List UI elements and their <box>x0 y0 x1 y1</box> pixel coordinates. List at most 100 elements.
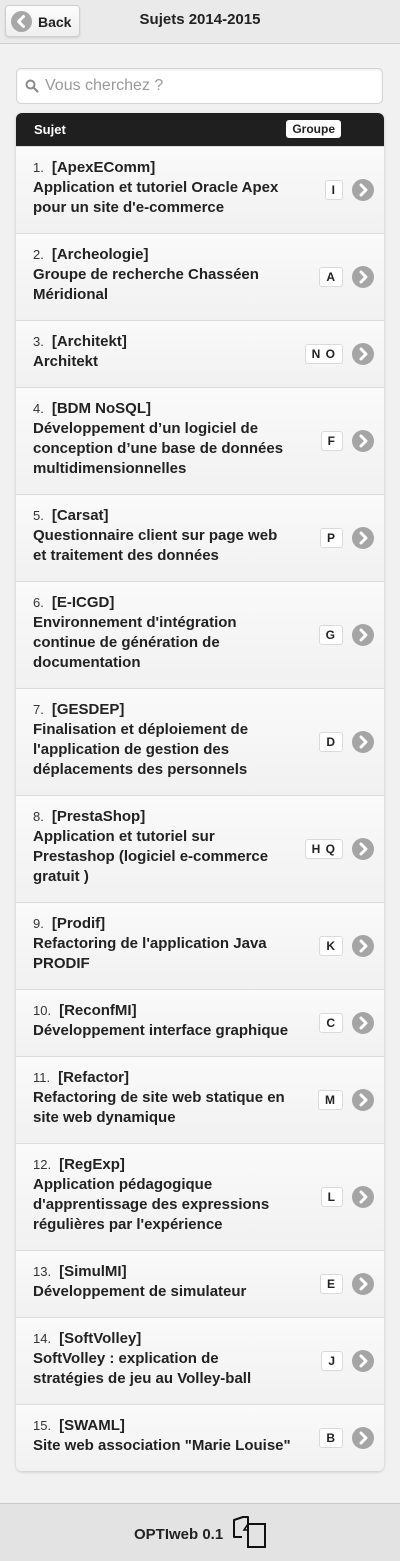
subject-code: [Architekt] <box>51 333 127 350</box>
group-badge: A <box>319 267 343 287</box>
subject-text: 14. [SoftVolley] SoftVolley : explication … <box>33 1329 309 1389</box>
subject-description-line: documentation <box>33 654 141 671</box>
chevron-right-icon[interactable] <box>352 343 374 365</box>
subject-title: 14. [SoftVolley] <box>33 1329 309 1349</box>
subject-text: 1. [ApexEComm] Application et tutoriel Ora… <box>33 158 309 218</box>
subject-description-line: Architekt <box>33 353 99 370</box>
list-item[interactable]: 6. [E-ICGD] Environnement d'intégration con… <box>16 581 384 688</box>
subject-text: 8. [PrestaShop] Application et tutoriel su… <box>33 807 309 887</box>
subject-title: 4. [BDM NoSQL] <box>33 399 309 419</box>
subject-description-line: Finalisation et déploiement de <box>33 721 249 738</box>
subject-code: [Carsat] <box>51 507 109 524</box>
column-header-group[interactable]: Groupe <box>286 120 341 138</box>
list-item[interactable]: 8. [PrestaShop] Application et tutoriel su… <box>16 795 384 902</box>
subject-description-line: site web dynamique <box>33 1109 176 1126</box>
subject-title: 8. [PrestaShop] <box>33 807 309 827</box>
subject-text: 7. [GESDEP] Finalisation et déploiement de… <box>33 700 309 780</box>
subject-description-line: Application pédagogique <box>33 1176 213 1193</box>
subject-description-line: continue de génération de <box>33 634 220 651</box>
list-item[interactable]: 5. [Carsat] Questionnaire client sur page … <box>16 494 384 581</box>
subject-number: 8. <box>33 809 44 824</box>
subject-description-line: Refactoring de site web statique en <box>33 1089 285 1106</box>
subject-text: 6. [E-ICGD] Environnement d'intégration con… <box>33 593 309 673</box>
subject-text: 9. [Prodif] Refactoring de l'application J… <box>33 914 309 974</box>
chevron-right-icon[interactable] <box>352 1427 374 1449</box>
subject-code: [SoftVolley] <box>59 1330 142 1347</box>
footer: OPTIweb 0.1 <box>0 1503 400 1561</box>
group-badge: I <box>324 180 343 200</box>
list-item[interactable]: 14. [SoftVolley] SoftVolley : explication … <box>16 1317 384 1404</box>
subject-text: 11. [Refactor] Refactoring de site web sta… <box>33 1068 309 1128</box>
subject-text: 3. [Architekt] Architekt <box>33 332 309 372</box>
group-badge: K <box>319 936 343 956</box>
chevron-right-icon[interactable] <box>352 1089 374 1111</box>
chevron-right-icon[interactable] <box>352 527 374 549</box>
subject-description-line: l'application de gestion des <box>33 741 230 758</box>
subject-code: [Archeologie] <box>51 246 149 263</box>
subject-description-line: d'apprentissage des expressions <box>33 1196 270 1213</box>
subject-number: 6. <box>33 595 44 610</box>
list-item[interactable]: 15. [SWAML] Site web association "Marie Lo… <box>16 1404 384 1471</box>
subject-number: 2. <box>33 247 44 262</box>
subject-number: 12. <box>33 1157 52 1172</box>
subject-text: 15. [SWAML] Site web association "Marie Lo… <box>33 1416 309 1456</box>
chevron-right-icon[interactable] <box>352 430 374 452</box>
subject-description-line: et traitement des données <box>33 547 219 564</box>
chevron-right-icon[interactable] <box>352 1273 374 1295</box>
list-item[interactable]: 12. [RegExp] Application pédagogique d'appr… <box>16 1143 384 1250</box>
subject-code: [ReconfMI] <box>59 1002 137 1019</box>
subject-number: 3. <box>33 334 44 349</box>
subject-description-line: Site web association "Marie Louise" <box>33 1437 291 1454</box>
subject-text: 4. [BDM NoSQL] Développement d’un logiciel… <box>33 399 309 479</box>
chevron-right-icon[interactable] <box>352 731 374 753</box>
subject-description-line: Méridional <box>33 286 109 303</box>
subject-description-line: Développement de simulateur <box>33 1283 247 1300</box>
subject-code: [RegExp] <box>59 1156 125 1173</box>
list-item[interactable]: 13. [SimulMI] Développement de simulateur E <box>16 1250 384 1317</box>
subject-number: 10. <box>33 1003 52 1018</box>
column-header-subject: Sujet <box>34 122 66 137</box>
group-badge: M <box>318 1090 343 1110</box>
subject-title: 10. [ReconfMI] <box>33 1001 309 1021</box>
subject-text: 10. [ReconfMI] Développement interface gra… <box>33 1001 309 1041</box>
chevron-right-icon[interactable] <box>352 838 374 860</box>
chevron-right-icon[interactable] <box>352 1012 374 1034</box>
subject-number: 11. <box>33 1070 51 1085</box>
chevron-right-icon[interactable] <box>352 935 374 957</box>
chevron-right-icon[interactable] <box>352 624 374 646</box>
chevron-right-icon[interactable] <box>352 1350 374 1372</box>
subject-title: 2. [Archeologie] <box>33 245 309 265</box>
group-badge: B <box>319 1428 343 1448</box>
list-item[interactable]: 10. [ReconfMI] Développement interface gra… <box>16 989 384 1056</box>
list-item[interactable]: 3. [Architekt] Architekt N O <box>16 320 384 387</box>
list-item[interactable]: 2. [Archeologie] Groupe de recherche Chass… <box>16 233 384 320</box>
chevron-right-icon[interactable] <box>352 266 374 288</box>
group-badge: E <box>319 1274 343 1294</box>
chevron-right-icon[interactable] <box>352 1186 374 1208</box>
subject-description-line: SoftVolley : explication de <box>33 1350 219 1367</box>
subject-title: 9. [Prodif] <box>33 914 309 934</box>
list-item[interactable]: 1. [ApexEComm] Application et tutoriel Ora… <box>16 146 384 233</box>
subject-code: [E-ICGD] <box>51 594 115 611</box>
subject-description-line: Développement interface graphique <box>33 1022 289 1039</box>
subject-description-line: Refactoring de l'application Java <box>33 935 267 952</box>
subject-title: 5. [Carsat] <box>33 506 309 526</box>
subject-description-line: régulières par l'expérience <box>33 1216 223 1233</box>
subject-description-line: conception d’une base de données <box>33 440 284 457</box>
list-header: Sujet Groupe <box>16 113 384 146</box>
copy-icon[interactable] <box>231 1516 267 1553</box>
subject-number: 7. <box>33 702 44 717</box>
subject-description-line: PRODIF <box>33 955 90 972</box>
list-item[interactable]: 9. [Prodif] Refactoring de l'application J… <box>16 902 384 989</box>
group-badge: H Q <box>304 839 343 859</box>
subject-description-line: Questionnaire client sur page web <box>33 527 278 544</box>
list-item[interactable]: 4. [BDM NoSQL] Développement d’un logiciel… <box>16 387 384 494</box>
subject-description-line: multidimensionnelles <box>33 460 187 477</box>
chevron-right-icon[interactable] <box>352 179 374 201</box>
list-item[interactable]: 7. [GESDEP] Finalisation et déploiement de… <box>16 688 384 795</box>
subject-code: [SimulMI] <box>59 1263 127 1280</box>
search-input[interactable] <box>45 71 375 101</box>
subject-description-line: Développement d’un logiciel de <box>33 420 259 437</box>
list-item[interactable]: 11. [Refactor] Refactoring de site web sta… <box>16 1056 384 1143</box>
subject-title: 15. [SWAML] <box>33 1416 309 1436</box>
